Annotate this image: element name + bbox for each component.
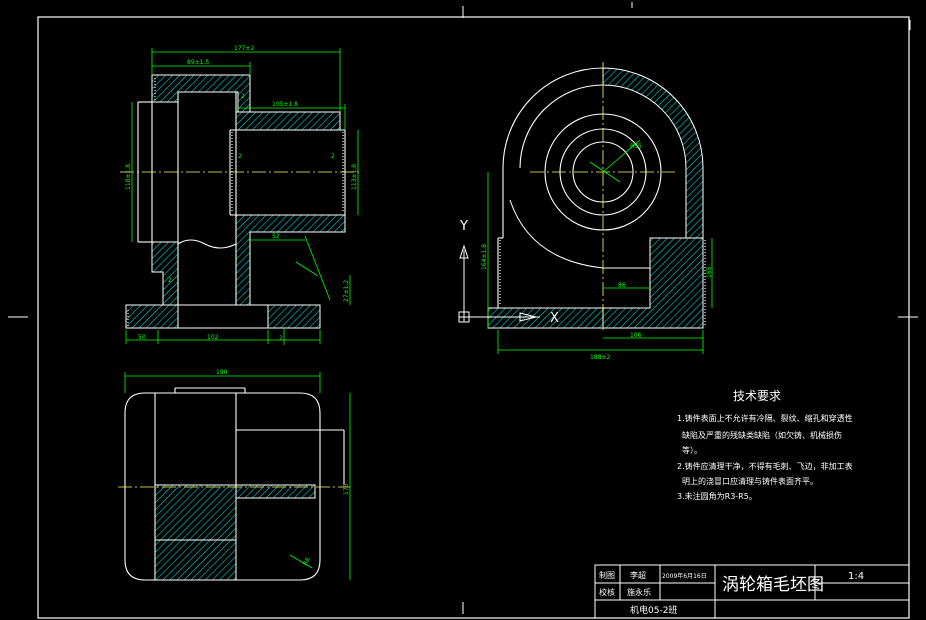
top-view-hatch-a: [154, 484, 237, 541]
tech-heading: 技术要求: [733, 389, 781, 403]
tech-line-4: 2.铸件应清理干净，不得有毛刺、飞边，非加工表: [677, 461, 853, 471]
dim-105: 105±1.8: [272, 101, 298, 108]
dim-52: 52: [272, 233, 280, 240]
axis-label-y: Y: [459, 219, 468, 234]
axis-label-x: X: [550, 311, 559, 326]
tech-line-2: 缺陷及严重的残缺类缺陷（如欠铸、机械损伤: [682, 430, 842, 440]
top-view: 190 175 R8: [118, 369, 351, 581]
dim-50: 50: [138, 334, 146, 341]
side-base-left-hatch: [487, 307, 604, 329]
role-draw: 制图: [599, 570, 615, 580]
side-view: 164±1.8 188±2 86 106 165 R55 Y X: [458, 62, 713, 361]
drawing-date: 2009年6月16日: [662, 572, 707, 580]
dim-106: 106: [630, 332, 642, 339]
dim-175: 175: [343, 483, 350, 495]
dim-2c: 2: [241, 93, 245, 100]
dim-190: 190: [216, 369, 228, 376]
role-check: 校核: [599, 587, 615, 597]
dim-2e: 2: [279, 335, 283, 342]
dim-113: 113±1.8: [351, 164, 358, 190]
dim-165: 165: [706, 266, 713, 278]
technical-requirements: 技术要求 1.铸件表面上不允许有冷隔、裂纹、缩孔和穿透性 缺陷及严重的残缺类缺陷…: [677, 389, 853, 501]
dim-r55: R55: [630, 143, 642, 150]
front-left-wall: [151, 241, 179, 306]
dim-102: 102: [207, 334, 219, 341]
cad-drawing: 177±2 89±1.5 105±1.8 52 50 102 2 2 2 2 2…: [8, 2, 918, 619]
dim-86: 86: [618, 282, 626, 289]
tech-line-3: 等）。: [682, 445, 702, 455]
dim-2a: 2: [238, 153, 242, 160]
dim-2b: 2: [331, 153, 335, 160]
front-top-flange: [151, 74, 251, 113]
dim-89: 89±1.5: [187, 59, 209, 66]
dim-27: 27±1.2: [343, 280, 350, 302]
drawing-title: 涡轮箱毛坯图: [722, 575, 824, 595]
dim-164: 164±1.8: [481, 244, 488, 270]
drawing-number: 机电05-2班: [630, 604, 677, 616]
top-view-hatch-c: [154, 539, 237, 581]
dim-118: 118±1.8: [125, 164, 132, 190]
front-view: 177±2 89±1.5 105±1.8 52 50 102 2 2 2 2 2…: [120, 45, 360, 345]
tech-line-5: 明上的浇冒口应清理与铸件表面齐平。: [682, 476, 818, 486]
dim-188: 188±2: [590, 354, 610, 361]
name-draw: 李超: [630, 570, 646, 580]
title-block: 制图 校核 李超 施永乐 2009年6月16日 涡轮箱毛坯图 1:4 机电05-…: [594, 564, 910, 619]
drawing-scale: 1:4: [848, 571, 864, 582]
dim-r8: R8: [302, 556, 312, 567]
front-upper-boss: [235, 111, 341, 131]
name-check: 施永乐: [627, 587, 651, 597]
dim-2d: 2: [168, 277, 172, 284]
tech-line-6: 3.未注圆角为R3-R5。: [677, 491, 757, 501]
tech-line-1: 1.铸件表面上不允许有冷隔、裂纹、缩孔和穿透性: [677, 413, 853, 423]
dim-177: 177±2: [234, 45, 254, 52]
front-lower-boss: [235, 214, 346, 306]
